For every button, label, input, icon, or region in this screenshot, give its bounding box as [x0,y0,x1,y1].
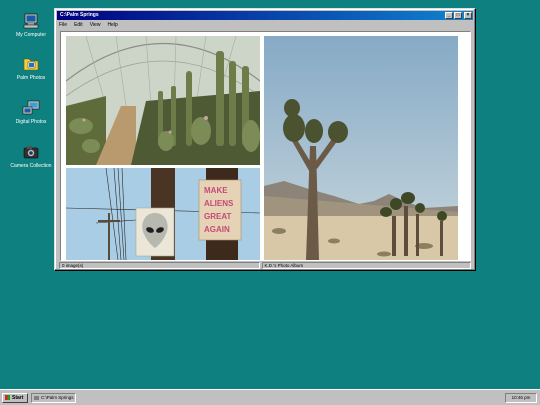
menu-bar: File Edit View Help [59,21,125,29]
menu-view[interactable]: View [90,21,101,29]
folder-photos-icon [22,56,40,72]
menu-help[interactable]: Help [107,21,117,29]
menu-file[interactable]: File [59,21,67,29]
desktop-icon-digital-photos[interactable]: Digital Photos [10,100,52,125]
windows-logo-icon [5,395,10,401]
minimize-icon: _ [447,12,451,18]
close-button[interactable]: × [464,12,472,19]
greenhouse-cactus-photo[interactable] [66,36,260,165]
alien-signs-photo[interactable]: MAKE ALIENS GREAT AGAIN [66,168,260,260]
joshua-tree-photo[interactable] [264,36,458,260]
taskbar: Start C:\Palm Springs 10:46 pm [0,389,540,405]
explorer-window: C:\Palm Springs _ □ × File Edit View Hel… [54,8,476,271]
desktop-icon-label: Camera Collection [10,163,52,169]
desktop-icon-camera-collection[interactable]: Camera Collection [10,144,52,169]
close-icon: × [466,12,470,18]
window-icon [34,395,39,400]
status-count: 0 image(s) [59,262,260,269]
camera-icon [22,144,40,160]
computer-icon [22,13,40,29]
desktop-icon-label: Digital Photos [15,119,47,125]
window-titlebar[interactable]: C:\Palm Springs _ □ × [57,11,473,20]
menu-edit[interactable]: Edit [74,21,83,29]
sign-line-3: GREAT [204,212,232,221]
sign-line-4: AGAIN [204,225,230,234]
taskbar-window-button[interactable]: C:\Palm Springs [31,393,76,403]
sign-line-2: ALIENS [204,199,234,208]
maximize-icon: □ [456,12,460,18]
window-title: C:\Palm Springs [60,12,99,18]
taskbar-clock: 10:46 pm [505,393,537,403]
desktop-icon-my-computer[interactable]: My Computer [10,13,52,38]
desktop-icon-label: My Computer [15,32,46,38]
network-photos-icon [22,100,40,116]
start-button[interactable]: Start [2,393,28,403]
minimize-button[interactable]: _ [445,12,453,19]
status-bar: 0 image(s) K.D.'s Photo Album [59,262,471,269]
desktop-icon-palm-photos[interactable]: Palm Photos [10,56,52,81]
desktop-icon-label: Palm Photos [16,75,46,81]
status-album: K.D.'s Photo Album [261,262,471,269]
sign-line-1: MAKE [204,186,228,195]
taskbar-window-label: C:\Palm Springs [41,395,74,400]
start-label: Start [12,395,24,401]
photo-view: MAKE ALIENS GREAT AGAIN [60,31,471,261]
maximize-button[interactable]: □ [454,12,462,19]
